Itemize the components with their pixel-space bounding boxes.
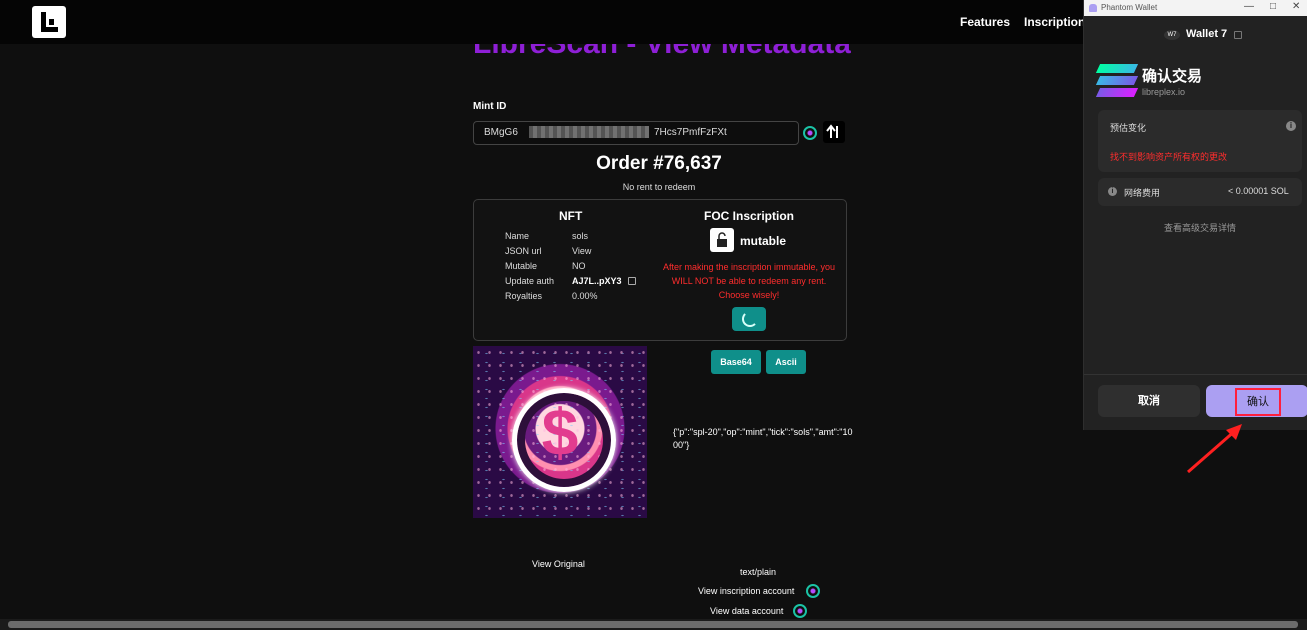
confirm-button-label: 确认	[1235, 388, 1281, 416]
nft-key-json: JSON url	[505, 246, 542, 256]
no-changes-warning: 找不到影响资产所有权的更改	[1110, 152, 1228, 162]
nav-inscriptions-link[interactable]: Inscriptions	[1024, 15, 1092, 29]
network-fee-panel: i 网络费用 < 0.00001 SOL	[1098, 178, 1302, 206]
nft-key-name: Name	[505, 231, 530, 241]
ascii-button[interactable]: Ascii	[766, 350, 806, 374]
network-fee-value: < 0.00001 SOL	[1228, 186, 1289, 196]
scrollbar-thumb[interactable]	[8, 621, 1298, 628]
phantom-wallet-window: Phantom Wallet — □ ✕ W7 Wallet 7 确认交易 li…	[1083, 0, 1307, 430]
inscription-status-icon	[803, 126, 817, 140]
foc-section-title: FOC Inscription	[704, 209, 794, 223]
estimated-changes-label: 预估变化	[1110, 123, 1147, 133]
unlock-icon	[710, 228, 734, 252]
copy-address-icon[interactable]	[1234, 31, 1242, 39]
order-number: Order #76,637	[596, 153, 722, 174]
close-button[interactable]: ✕	[1292, 1, 1300, 12]
footer-divider	[1084, 374, 1307, 375]
window-title: Phantom Wallet	[1101, 3, 1158, 12]
metadata-card: NFT Name sols JSON url View Mutable NO U…	[473, 199, 847, 341]
mint-id-suffix: 7Hcs7PmfFzFXt	[654, 127, 727, 138]
maximize-button[interactable]: □	[1270, 1, 1276, 12]
base64-button[interactable]: Base64	[711, 350, 761, 374]
make-immutable-button[interactable]	[732, 307, 766, 331]
nft-value-update-auth: AJ7L..pXY3	[572, 276, 622, 286]
cancel-button[interactable]: 取消	[1098, 385, 1200, 417]
advanced-details-link[interactable]: 查看高级交易详情	[1164, 221, 1236, 234]
minimize-button[interactable]: —	[1244, 1, 1254, 12]
nft-key-royalties: Royalties	[505, 291, 543, 301]
immutability-warning: After making the inscription immutable, …	[662, 262, 836, 300]
nft-key-update-auth: Update auth	[505, 276, 555, 286]
json-url-link[interactable]: View	[572, 246, 591, 256]
nft-value-royalties: 0.00%	[572, 291, 598, 301]
view-data-account-link[interactable]: View data account	[710, 606, 783, 616]
nft-key-mutable: Mutable	[505, 261, 538, 271]
annotation-arrow-icon	[1187, 424, 1242, 474]
arrow-up-icon	[826, 124, 838, 138]
fee-info-icon[interactable]: i	[1108, 187, 1117, 196]
nft-value-mutable: NO	[572, 261, 586, 271]
mint-id-prefix: BMgG6	[484, 127, 518, 138]
confirm-button[interactable]: 确认	[1206, 385, 1307, 417]
estimated-changes-panel: 预估变化 i 找不到影响资产所有权的更改	[1098, 110, 1302, 172]
wallet-name[interactable]: Wallet 7	[1186, 28, 1227, 40]
wallet-avatar: W7	[1164, 30, 1180, 40]
fetch-button[interactable]	[823, 121, 845, 143]
nft-image: $	[473, 346, 647, 518]
window-titlebar: Phantom Wallet — □ ✕	[1084, 0, 1307, 16]
network-fee-label: 网络费用	[1124, 188, 1161, 198]
solana-logo-icon	[1095, 64, 1139, 98]
confirm-transaction-title: 确认交易	[1142, 68, 1203, 85]
inscription-content: {"p":"spl-20","op":"mint","tick":"sols",…	[673, 427, 853, 450]
data-account-icon	[793, 604, 807, 618]
info-icon[interactable]: i	[1286, 121, 1296, 131]
nav-features-link[interactable]: Features	[960, 15, 1010, 29]
request-origin: libreplex.io	[1142, 87, 1186, 97]
view-original-link[interactable]: View Original	[532, 559, 585, 569]
nft-value-name: sols	[572, 231, 589, 241]
mutable-status: mutable	[740, 234, 787, 248]
librescan-logo[interactable]	[32, 6, 66, 38]
phantom-ghost-icon	[1089, 4, 1097, 12]
mint-id-input[interactable]: BMgG6 7Hcs7PmfFzFXt	[473, 121, 799, 145]
rent-status: No rent to redeem	[622, 182, 696, 192]
inscription-account-icon	[806, 584, 820, 598]
copy-icon[interactable]	[628, 277, 636, 285]
nft-section-title: NFT	[559, 209, 583, 223]
mint-id-label: Mint ID	[473, 101, 507, 112]
mint-id-redaction	[529, 126, 649, 138]
view-inscription-account-link[interactable]: View inscription account	[698, 586, 794, 596]
loading-spinner-icon	[742, 311, 758, 327]
horizontal-scrollbar[interactable]	[0, 619, 1307, 630]
mime-type: text/plain	[740, 567, 777, 577]
